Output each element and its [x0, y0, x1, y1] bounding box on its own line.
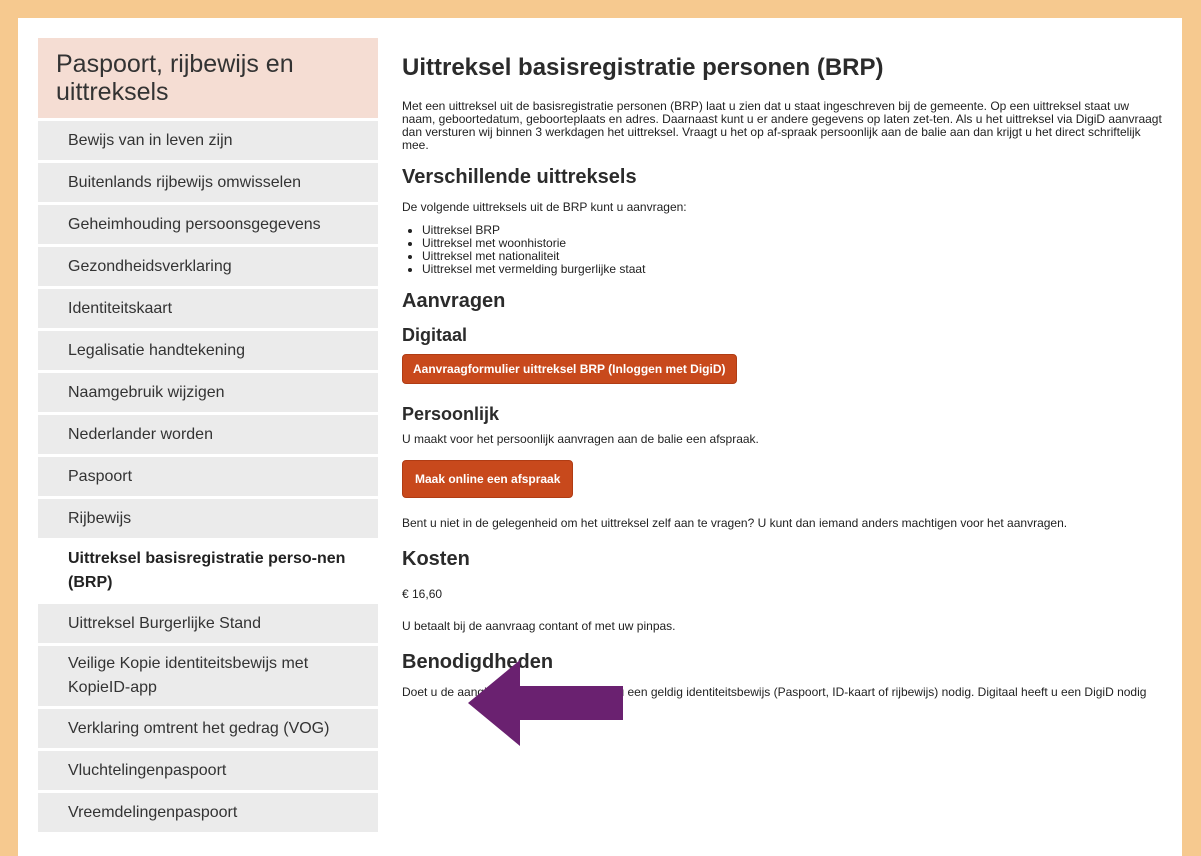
heading-aanvragen: Aanvragen — [402, 290, 506, 312]
heading-verschillende-uittreksels: Verschillende uittreksels — [402, 166, 637, 188]
sidebar-item-geheimhouding[interactable]: Geheimhouding persoonsgegevens — [38, 205, 378, 244]
page-title: Uittreksel basisregistratie personen (BR… — [402, 54, 884, 81]
main-content: Uittreksel basisregistratie personen (BR… — [402, 50, 1162, 709]
sidebar-item-bewijs-leven[interactable]: Bewijs van in leven zijn — [38, 121, 378, 160]
list-item: Uittreksel met vermelding burgerlijke st… — [422, 263, 1162, 276]
sidebar-item-identiteitskaart[interactable]: Identiteitskaart — [38, 289, 378, 328]
digid-form-button[interactable]: Aanvraagformulier uittreksel BRP (Inlogg… — [402, 354, 737, 384]
sidebar-item-uittreksel-brp[interactable]: Uittreksel basisregistratie perso-nen (B… — [38, 541, 378, 601]
sidebar-item-gezondheidsverklaring[interactable]: Gezondheidsverklaring — [38, 247, 378, 286]
sidebar-item-veilige-kopie[interactable]: Veilige Kopie identiteitsbewijs met Kopi… — [38, 646, 378, 706]
sidebar-item-vreemdelingenpaspoort[interactable]: Vreemdelingenpaspoort — [38, 793, 378, 832]
sidebar-item-uittreksel-burgerlijke-stand[interactable]: Uittreksel Burgerlijke Stand — [38, 604, 378, 643]
sidebar-item-buitenlands-rijbewijs[interactable]: Buitenlands rijbewijs omwisselen — [38, 163, 378, 202]
arrow-left-icon — [468, 660, 623, 746]
make-appointment-button[interactable]: Maak online een afspraak — [402, 460, 574, 498]
sidebar-item-vog[interactable]: Verklaring omtrent het gedrag (VOG) — [38, 709, 378, 748]
sidebar-item-vluchtelingenpaspoort[interactable]: Vluchtelingenpaspoort — [38, 751, 378, 790]
sidebar-item-nederlander-worden[interactable]: Nederlander worden — [38, 415, 378, 454]
uittreksel-list: Uittreksel BRP Uittreksel met woonhistor… — [402, 224, 1162, 276]
persoonlijk-text: U maakt voor het persoonlijk aanvragen a… — [402, 432, 759, 446]
heading-persoonlijk: Persoonlijk — [402, 404, 500, 424]
verschillende-intro: De volgende uittreksels uit de BRP kunt … — [402, 200, 687, 214]
sidebar-item-naamgebruik[interactable]: Naamgebruik wijzigen — [38, 373, 378, 412]
price-text: € 16,60 — [402, 587, 443, 601]
sidebar-item-paspoort[interactable]: Paspoort — [38, 457, 378, 496]
heading-digitaal: Digitaal — [402, 325, 468, 345]
machtigen-text: Bent u niet in de gelegenheid om het uit… — [402, 516, 1068, 530]
sidebar-nav: Paspoort, rijbewijs en uittreksels Bewij… — [38, 38, 378, 832]
sidebar-item-rijbewijs[interactable]: Rijbewijs — [38, 499, 378, 538]
intro-text: Met een uittreksel uit de basisregistrat… — [402, 99, 1162, 152]
betaal-text: U betaalt bij de aanvraag contant of met… — [402, 619, 676, 633]
sidebar-item-legalisatie[interactable]: Legalisatie handtekening — [38, 331, 378, 370]
sidebar-title: Paspoort, rijbewijs en uittreksels — [38, 38, 378, 118]
page-frame: Paspoort, rijbewijs en uittreksels Bewij… — [18, 18, 1182, 856]
heading-kosten: Kosten — [402, 548, 470, 570]
